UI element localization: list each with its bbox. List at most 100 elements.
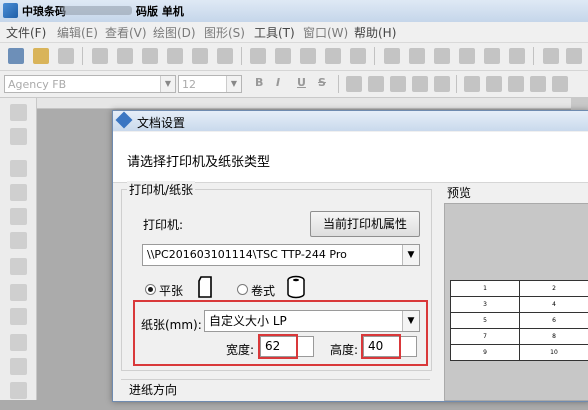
layers-icon[interactable]	[167, 48, 183, 64]
paste-icon[interactable]	[300, 48, 316, 64]
barcode-tool-icon[interactable]	[10, 334, 27, 351]
ellipse-tool-icon[interactable]	[10, 208, 27, 225]
feed-direction-label: 进纸方向	[127, 381, 179, 398]
strikethrough-button[interactable]: S	[318, 76, 326, 89]
horizontal-ruler	[37, 98, 588, 109]
table-row: 56	[451, 313, 588, 329]
table-row: 78	[451, 329, 588, 345]
chevron-down-icon: ▼	[160, 76, 175, 92]
same-width-icon[interactable]	[530, 76, 546, 92]
align-left-icon[interactable]	[346, 76, 362, 92]
roll-paper-icon	[284, 275, 308, 299]
format-toolbar: Agency FB ▼ 12 ▼ B I U S	[0, 71, 588, 98]
app-title-bar: 中琅条码 码版 单机	[0, 0, 588, 23]
printer-properties-button[interactable]: 当前打印机属性	[310, 211, 420, 237]
select-pointer-icon[interactable]	[10, 104, 27, 121]
save-icon[interactable]	[58, 48, 74, 64]
menu-help[interactable]: 帮助(H)	[354, 24, 396, 41]
rectangle-tool-icon[interactable]	[10, 184, 27, 201]
app-title-suffix: 码版 单机	[136, 3, 184, 19]
align-middle-icon[interactable]	[486, 76, 502, 92]
paper-flat-label: 平张	[159, 282, 183, 299]
qrcode-tool-icon[interactable]	[10, 358, 27, 375]
underline-button[interactable]: U	[297, 76, 306, 89]
table-cell: 1	[451, 281, 520, 297]
printer-select-value: \\PC201603101114\TSC TTP-244 Pro	[147, 248, 347, 261]
redo-icon[interactable]	[350, 48, 366, 64]
align-bottom-icon[interactable]	[508, 76, 524, 92]
table-tool-icon[interactable]	[10, 382, 27, 399]
table-cell: 6	[520, 313, 588, 329]
zoom-in-icon[interactable]	[384, 48, 400, 64]
new-file-icon[interactable]	[8, 48, 24, 64]
table-cell: 5	[451, 313, 520, 329]
menu-view[interactable]: 查看(V)	[105, 24, 147, 41]
menu-tools[interactable]: 工具(T)	[254, 24, 295, 41]
unlock-icon[interactable]	[566, 48, 582, 64]
main-toolbar	[0, 43, 588, 71]
align-top-icon[interactable]	[464, 76, 480, 92]
menu-bar: 文件(F) 编辑(E) 查看(V) 绘图(D) 图形(S) 工具(T) 窗口(W…	[0, 22, 588, 43]
hand-tool-icon[interactable]	[509, 48, 525, 64]
width-highlight	[258, 334, 298, 359]
copy-icon[interactable]	[192, 48, 208, 64]
table-cell: 10	[520, 345, 588, 361]
menu-draw[interactable]: 绘图(D)	[153, 24, 196, 41]
menu-window[interactable]: 窗口(W)	[303, 24, 348, 41]
zoom-page-icon[interactable]	[459, 48, 475, 64]
dialog-app-icon	[116, 112, 133, 129]
rounded-rect-tool-icon[interactable]	[10, 232, 27, 249]
cut-icon[interactable]	[250, 48, 266, 64]
printer-label: 打印机:	[143, 216, 183, 233]
menu-shape[interactable]: 图形(S)	[204, 24, 245, 41]
radio-selected-dot	[148, 287, 153, 292]
undo-icon[interactable]	[325, 48, 341, 64]
grid-icon[interactable]	[217, 48, 233, 64]
table-row: 34	[451, 297, 588, 313]
bold-button[interactable]: B	[255, 76, 263, 89]
same-height-icon[interactable]	[552, 76, 568, 92]
document-settings-dialog: 文档设置 请选择打印机及纸张类型 打印机/纸张 打印机: 当前打印机属性 \\P…	[112, 110, 588, 402]
table-cell: 7	[451, 329, 520, 345]
menu-file[interactable]: 文件(F)	[6, 24, 46, 41]
table-cell: 2	[520, 281, 588, 297]
database-icon[interactable]	[142, 48, 158, 64]
image-tool-icon[interactable]	[10, 258, 27, 275]
app-title-prefix: 中琅条码	[22, 3, 66, 19]
menu-edit[interactable]: 编辑(E)	[57, 24, 98, 41]
flat-paper-icon	[197, 275, 213, 299]
chevron-down-icon: ▼	[402, 245, 419, 265]
text-tool-icon[interactable]	[10, 284, 27, 301]
preview-label-table: 12 34 56 78 910	[450, 280, 588, 361]
dialog-header: 请选择打印机及纸张类型	[113, 132, 588, 183]
paper-flat-radio[interactable]	[145, 284, 156, 295]
multiline-text-tool-icon[interactable]	[10, 308, 27, 325]
align-center-icon[interactable]	[368, 76, 384, 92]
pan-icon[interactable]	[10, 128, 27, 145]
align-right-icon[interactable]	[390, 76, 406, 92]
paper-roll-radio[interactable]	[237, 284, 248, 295]
font-name-select[interactable]: Agency FB ▼	[4, 75, 176, 93]
print-icon[interactable]	[92, 48, 108, 64]
printer-select[interactable]: \\PC201603101114\TSC TTP-244 Pro ▼	[142, 244, 420, 266]
align-distribute-icon[interactable]	[434, 76, 450, 92]
table-row: 910	[451, 345, 588, 361]
open-file-icon[interactable]	[33, 48, 49, 64]
table-cell: 8	[520, 329, 588, 345]
zoom-out-icon[interactable]	[409, 48, 425, 64]
preview-label: 预览	[447, 184, 471, 201]
line-tool-icon[interactable]	[10, 160, 27, 177]
table-cell: 3	[451, 297, 520, 313]
lock-icon[interactable]	[543, 48, 559, 64]
font-size-select[interactable]: 12 ▼	[178, 75, 242, 93]
app-logo-icon	[3, 3, 18, 18]
align-justify-icon[interactable]	[412, 76, 428, 92]
italic-button[interactable]: I	[276, 76, 280, 89]
app-title-obscured	[62, 6, 132, 15]
printer-paper-group-label: 打印机/纸张	[127, 181, 195, 198]
height-highlight	[361, 334, 401, 359]
zoom-fit-icon[interactable]	[434, 48, 450, 64]
print-preview-icon[interactable]	[117, 48, 133, 64]
zoom-100-icon[interactable]	[484, 48, 500, 64]
copy2-icon[interactable]	[275, 48, 291, 64]
